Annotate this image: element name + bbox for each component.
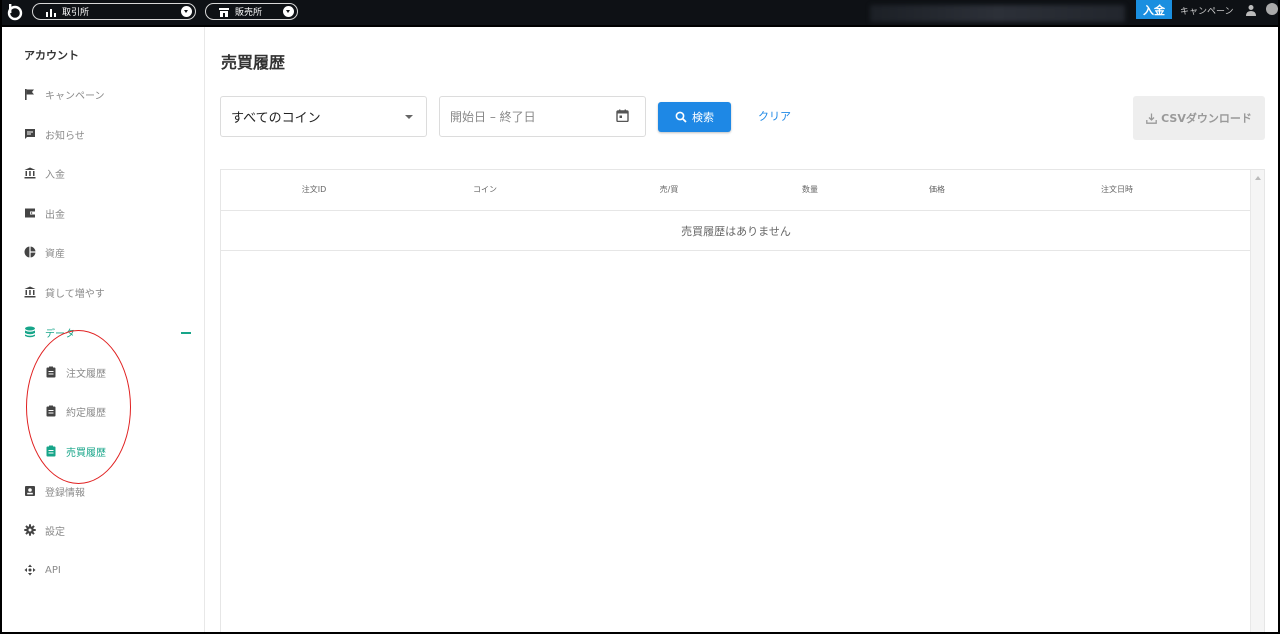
sidebar-item-registration[interactable]: 登録情報: [24, 482, 85, 500]
sidebar-subitem-order-history[interactable]: 注文履歴: [45, 363, 106, 381]
column-header[interactable]: 売/買: [660, 184, 679, 195]
id-card-icon: [25, 486, 35, 496]
store-icon: [219, 7, 229, 17]
clipboard-icon: [46, 445, 56, 457]
sidebar-item-api[interactable]: API: [24, 561, 61, 579]
sidebar-item-label: API: [45, 564, 61, 576]
logo-icon[interactable]: [6, 3, 24, 21]
sidebar-item-settings[interactable]: 設定: [24, 521, 65, 539]
sidebar-item-label: 登録情報: [45, 487, 85, 499]
gear-icon: [24, 524, 36, 536]
store-switch[interactable]: 販売所: [205, 3, 298, 20]
column-header[interactable]: 価格: [929, 184, 945, 195]
sidebar-item-label: お知らせ: [45, 130, 85, 142]
bar-chart-icon: [46, 8, 56, 17]
search-icon: [675, 111, 687, 123]
bank-icon: [24, 286, 36, 298]
exchange-label: 取引所: [62, 8, 90, 18]
sidebar-item-data[interactable]: データ: [24, 323, 75, 341]
chevron-down-icon: [283, 6, 294, 17]
column-header[interactable]: 数量: [802, 184, 818, 195]
chevron-down-icon: [181, 6, 192, 17]
csv-download-button[interactable]: CSVダウンロード: [1133, 96, 1265, 140]
sidebar-item-label: 資産: [45, 248, 65, 260]
sidebar-subitem-execution-history[interactable]: 約定履歴: [45, 402, 106, 420]
vertical-scrollbar[interactable]: [1250, 170, 1264, 633]
trade-history-table: 注文ID コイン 売/買 数量 価格 注文日時 売買履歴はありません: [220, 169, 1265, 634]
sidebar-item-campaign[interactable]: キャンペーン: [24, 85, 105, 103]
sidebar-item-label: 約定履歴: [66, 407, 106, 419]
column-header[interactable]: 注文日時: [1101, 184, 1133, 195]
sidebar-item-deposit[interactable]: 入金: [24, 164, 65, 182]
top-bar: 取引所 販売所 入金 キャンペーン: [0, 0, 1280, 27]
sidebar-item-assets[interactable]: 資産: [24, 243, 65, 261]
clipboard-icon: [46, 405, 56, 417]
message-icon: [25, 129, 35, 139]
database-icon: [25, 326, 35, 338]
store-label: 販売所: [235, 8, 263, 18]
wallet-icon: [25, 208, 35, 218]
sidebar-item-label: データ: [45, 328, 75, 340]
sidebar-title: アカウント: [24, 49, 79, 62]
coin-select-value: すべてのコイン: [231, 111, 321, 126]
sidebar-item-label: 貸して増やす: [45, 288, 105, 300]
sidebar-item-label: キャンペーン: [45, 90, 105, 102]
api-icon: [24, 564, 36, 576]
sidebar-item-withdraw[interactable]: 出金: [24, 204, 65, 222]
column-header[interactable]: 注文ID: [302, 184, 327, 195]
download-icon: [1146, 113, 1157, 124]
sidebar-item-label: 売買履歴: [66, 447, 106, 459]
sidebar-item-news[interactable]: お知らせ: [24, 125, 85, 143]
date-range-input[interactable]: 開始日 – 終了日: [439, 96, 646, 137]
sidebar-item-label: 出金: [45, 209, 65, 221]
search-button[interactable]: 検索: [658, 102, 731, 132]
date-range-placeholder: 開始日 – 終了日: [450, 110, 536, 124]
sidebar-item-label: 注文履歴: [66, 368, 106, 380]
clipboard-icon: [46, 366, 56, 378]
sidebar: アカウント キャンペーン お知らせ 入金 出金 資産 貸して増やす データ 注文…: [0, 27, 205, 634]
csv-button-label: CSVダウンロード: [1161, 112, 1252, 125]
search-button-label: 検索: [692, 111, 714, 124]
coin-select[interactable]: すべてのコイン: [220, 96, 427, 137]
page-title: 売買履歴: [221, 53, 286, 72]
help-icon[interactable]: [1266, 3, 1278, 15]
redacted-area: [870, 5, 1125, 22]
sidebar-item-lending[interactable]: 貸して増やす: [24, 283, 105, 301]
bank-icon: [24, 167, 36, 179]
exchange-switch[interactable]: 取引所: [32, 3, 196, 20]
deposit-button[interactable]: 入金: [1136, 0, 1172, 19]
collapse-icon[interactable]: [181, 332, 191, 334]
calendar-icon: [616, 109, 629, 122]
chevron-down-icon: [405, 115, 413, 119]
column-header[interactable]: コイン: [473, 184, 497, 195]
scroll-up-icon[interactable]: [1255, 176, 1261, 180]
pie-chart-icon: [24, 246, 36, 258]
user-icon[interactable]: [1245, 4, 1257, 16]
flag-icon: [25, 89, 34, 100]
empty-message: 売買履歴はありません: [221, 211, 1251, 251]
campaign-link[interactable]: キャンペーン: [1180, 4, 1234, 17]
main-content: 売買履歴 すべてのコイン 開始日 – 終了日 検索 クリア CSVダウンロード …: [205, 27, 1280, 634]
sidebar-item-label: 入金: [45, 169, 65, 181]
clear-button[interactable]: クリア: [758, 108, 791, 124]
table-header: 注文ID コイン 売/買 数量 価格 注文日時: [221, 170, 1251, 211]
sidebar-item-label: 設定: [45, 526, 65, 538]
sidebar-subitem-trade-history[interactable]: 売買履歴: [45, 442, 106, 460]
